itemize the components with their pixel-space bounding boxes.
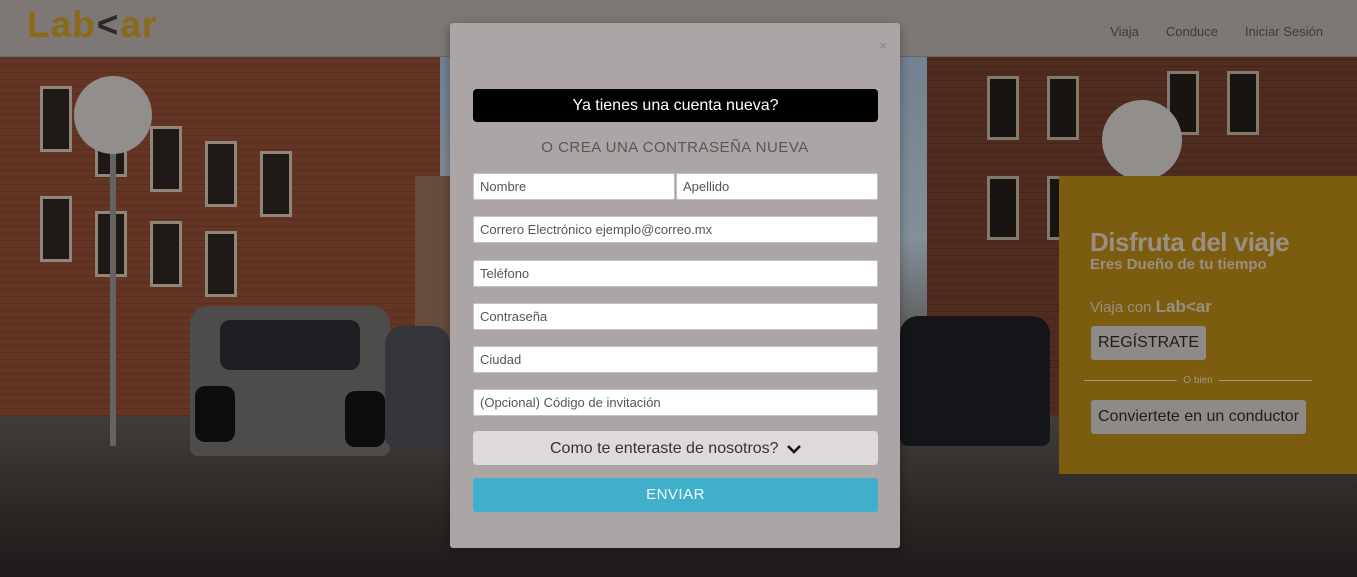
nav-iniciar-sesion[interactable]: Iniciar Sesión (1245, 24, 1323, 39)
invite-code-input[interactable] (473, 389, 878, 416)
nav-viaja[interactable]: Viaja (1110, 24, 1139, 39)
city-input[interactable] (473, 346, 878, 373)
first-name-input[interactable] (473, 173, 675, 200)
ride-with-text: Viaja con (1090, 299, 1152, 316)
or-divider: O bien (1084, 375, 1312, 386)
promo-ride-with: Viaja con Lab<ar (1090, 297, 1212, 317)
last-name-input[interactable] (676, 173, 878, 200)
password-input[interactable] (473, 303, 878, 330)
promo-subtitle: Eres Dueño de tu tiempo (1090, 256, 1267, 273)
close-icon[interactable]: × (879, 38, 887, 53)
divider-line (1218, 380, 1312, 381)
logo-suffix: ar (120, 4, 158, 45)
phone-input[interactable] (473, 260, 878, 287)
nav-conduce[interactable]: Conduce (1166, 24, 1218, 39)
chevron-down-icon (787, 440, 801, 456)
submit-button[interactable]: ENVIAR (473, 478, 878, 512)
promo-title: Disfruta del viaje (1090, 227, 1290, 257)
main-nav: Viaja Conduce Iniciar Sesión (1110, 24, 1323, 39)
existing-account-banner[interactable]: Ya tienes una cuenta nueva? (473, 89, 878, 122)
logo-prefix: Lab (27, 4, 96, 45)
or-label: O bien (1183, 375, 1213, 386)
referral-source-dropdown[interactable]: Como te enteraste de nosotros? (473, 431, 878, 465)
signup-modal: × Ya tienes una cuenta nueva? O CREA UNA… (450, 23, 900, 548)
create-password-heading: O CREA UNA CONTRASEÑA NUEVA (541, 139, 809, 156)
promo-brand-logo: Lab<ar (1155, 297, 1212, 316)
become-driver-button[interactable]: Conviertete en un conductor (1091, 400, 1307, 434)
register-button[interactable]: REGÍSTRATE (1091, 326, 1207, 360)
promo-panel: Disfruta del viaje Eres Dueño de tu tiem… (1059, 176, 1357, 474)
email-input[interactable] (473, 216, 878, 243)
logo-arrow-icon: < (96, 4, 120, 45)
dropdown-label: Como te enteraste de nosotros? (549, 440, 779, 457)
logo[interactable]: Lab<ar (27, 4, 157, 46)
divider-line (1084, 380, 1178, 381)
